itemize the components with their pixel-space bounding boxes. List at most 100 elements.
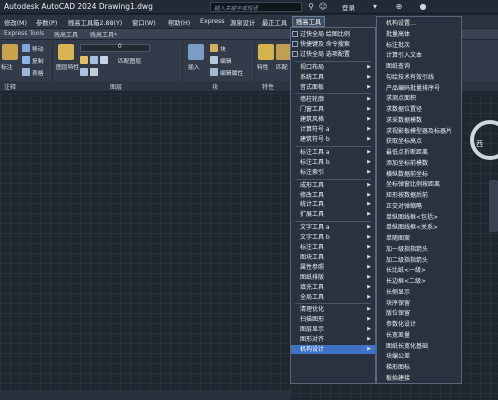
menu-jiangao[interactable]: 贱高工具 — [292, 16, 326, 27]
submenu-item[interactable]: 块序保留 — [377, 299, 461, 308]
menu-item[interactable]: 文字工具 a ▶ — [291, 223, 375, 232]
tab-jiangao[interactable]: 贱高工具 — [54, 30, 78, 39]
menu-help[interactable]: 帮助(H) — [168, 18, 190, 27]
submenu-item[interactable]: 单纵图线框<包括> — [377, 213, 461, 222]
label-move[interactable]: 移动 — [32, 44, 44, 53]
menu-item[interactable]: 机构设计 ▶ — [291, 345, 375, 354]
layer-dropdown[interactable] — [80, 44, 150, 52]
submenu-item[interactable]: 长比纸<一级> — [377, 266, 461, 275]
layer-freeze-icon[interactable] — [90, 56, 98, 64]
menu-item[interactable]: 成形工具 ▶ — [291, 181, 375, 190]
submenu-item[interactable]: 最低点折断距离 — [377, 148, 461, 157]
navigation-bar[interactable] — [489, 180, 498, 232]
submenu-item[interactable]: 求测点面积 — [377, 94, 461, 103]
menu-item[interactable]: 图形对齐 ▶ — [291, 335, 375, 344]
submenu-item[interactable]: 单随图案 — [377, 234, 461, 243]
menu-item[interactable]: 扩展工具 ▶ — [291, 210, 375, 219]
layer-properties-icon[interactable] — [58, 44, 74, 60]
layer-state-icon[interactable] — [80, 56, 88, 64]
menu-window[interactable]: 窗口(W) — [132, 18, 156, 27]
menu-parameter[interactable]: 参数(P) — [36, 18, 57, 27]
submenu-item[interactable]: 块编公差 — [377, 352, 461, 361]
label-table[interactable]: 表格 — [32, 68, 44, 77]
menu-zuizheng[interactable]: 最正工具 — [262, 18, 287, 27]
submenu-item[interactable]: 加一级指指箭头 — [377, 245, 461, 254]
label-match-layer[interactable]: 匹配图层 — [118, 56, 141, 65]
login-button[interactable]: 登录 — [342, 2, 355, 12]
menu-item[interactable]: 清理优化 ▶ — [291, 305, 375, 314]
submenu-item[interactable]: 横纵数据前坐标 — [377, 170, 461, 179]
submenu-item[interactable]: 批量高体 — [377, 30, 461, 39]
submenu-item[interactable]: 版位保留 — [377, 309, 461, 318]
submenu-item[interactable]: 加二级指指箭头 — [377, 256, 461, 265]
menu-yuanquan[interactable]: 源泉设计 — [230, 18, 255, 27]
tab-jiangao-star[interactable]: 贱高工具* — [90, 30, 117, 39]
label-create[interactable]: 块 — [220, 44, 226, 53]
label-edit-attr[interactable]: 编辑属性 — [220, 68, 243, 77]
menu-modify[interactable]: 修改(M) — [4, 18, 27, 27]
menu-item[interactable]: 图块工具 ▶ — [291, 253, 375, 262]
menu-item[interactable]: 标注工具 ▶ — [291, 243, 375, 252]
submenu-item[interactable]: 长侧显示 — [377, 288, 461, 297]
exchange-icon[interactable]: ⊕ — [394, 2, 404, 12]
create-block-icon[interactable] — [210, 44, 218, 52]
properties-icon[interactable] — [258, 44, 274, 60]
menu-item[interactable]: 填充工具 ▶ — [291, 283, 375, 292]
submenu-item[interactable]: 图纸查询 — [377, 62, 461, 71]
submenu-item[interactable]: 图纸长宽化基础 — [377, 342, 461, 351]
panel-block[interactable]: 块 — [212, 82, 218, 91]
tab-express-tools[interactable]: Express Tools — [4, 30, 44, 37]
layer-iso-icon[interactable] — [80, 68, 88, 76]
menu-item[interactable]: 过快全局 绘图比例 — [291, 30, 375, 39]
menu-item[interactable]: 建筑符号 b ▶ — [291, 135, 375, 144]
submenu-item[interactable]: 求数据位置径 — [377, 105, 461, 114]
menu-item[interactable]: 统计工具 ▶ — [291, 200, 375, 209]
panel-layer[interactable]: 图层 — [110, 82, 122, 91]
submenu-item[interactable]: 添加坐标前模数 — [377, 159, 461, 168]
menu-item[interactable]: 门窗工具 ▶ — [291, 105, 375, 114]
submenu-item[interactable]: 标注批次 — [377, 41, 461, 50]
label-copy[interactable]: 复制 — [32, 56, 44, 65]
edit-attribute-icon[interactable] — [210, 68, 218, 76]
edit-block-icon[interactable] — [210, 56, 218, 64]
submenu-item[interactable]: 产品编码批量排序号 — [377, 84, 461, 93]
submenu-item[interactable]: 板抬建接 — [377, 374, 461, 383]
menu-item[interactable]: 计算符号 a ▶ — [291, 125, 375, 134]
panel-properties[interactable]: 特性 — [262, 82, 274, 91]
menu-item[interactable]: 标注工具 b ▶ — [291, 158, 375, 167]
menu-item[interactable]: 全局工具 ▶ — [291, 293, 375, 302]
menu-item[interactable]: 标注索引 ▶ — [291, 168, 375, 177]
layer-off-icon[interactable] — [90, 68, 98, 76]
submenu-item[interactable]: 长宽差量 — [377, 331, 461, 340]
menu-item[interactable]: 建筑风格 ▶ — [291, 115, 375, 124]
submenu-item[interactable]: 单纵图线框<关系> — [377, 223, 461, 232]
menu-item[interactable]: 图层显示 ▶ — [291, 325, 375, 334]
insert-block-icon[interactable] — [188, 44, 204, 60]
submenu-item[interactable]: 梯形图标 — [377, 363, 461, 372]
submenu-item[interactable]: 求采数据模数 — [377, 116, 461, 125]
menu-item[interactable]: 墙柱轮廓 ▶ — [291, 95, 375, 104]
submenu-item[interactable]: 勾绘技术有效引线 — [377, 73, 461, 82]
copy-icon[interactable] — [22, 56, 30, 64]
dimension-icon[interactable] — [2, 44, 18, 60]
label-edit[interactable]: 编辑 — [220, 56, 232, 65]
user-icon[interactable]: ☺ — [318, 2, 328, 12]
panel-annotation[interactable]: 注释 — [4, 82, 16, 91]
menu-toolbox[interactable]: 贱高工具箱2.88(Y) — [68, 18, 122, 27]
menu-item[interactable]: 过快全局 选项配置 — [291, 50, 375, 59]
menu-item[interactable]: 文字工具 b ▶ — [291, 233, 375, 242]
menu-item[interactable]: 音式面板 ▶ — [291, 83, 375, 92]
submenu-item[interactable]: 矩形按数据后前 — [377, 191, 461, 200]
submenu-item[interactable]: 求视影板模型器及标器片 — [377, 127, 461, 136]
menu-item[interactable]: 标注工具 a ▶ — [291, 148, 375, 157]
menu-item[interactable]: 系统工具 ▶ — [291, 73, 375, 82]
submenu-item[interactable]: 长边框<二级> — [377, 277, 461, 286]
submenu-item[interactable]: 正交对弹缩略 — [377, 202, 461, 211]
menu-item[interactable]: 扫描图形 ▶ — [291, 315, 375, 324]
menu-item[interactable]: 属性参照 ▶ — [291, 263, 375, 272]
binoculars-icon[interactable]: ⚲ — [306, 2, 316, 12]
menu-item[interactable]: 图纸排版 ▶ — [291, 273, 375, 282]
menu-item[interactable]: 修改工具 ▶ — [291, 191, 375, 200]
menu-item[interactable]: 视口布局 ▶ — [291, 63, 375, 72]
submenu-item[interactable]: 坐标弹窗比例按距离 — [377, 180, 461, 189]
